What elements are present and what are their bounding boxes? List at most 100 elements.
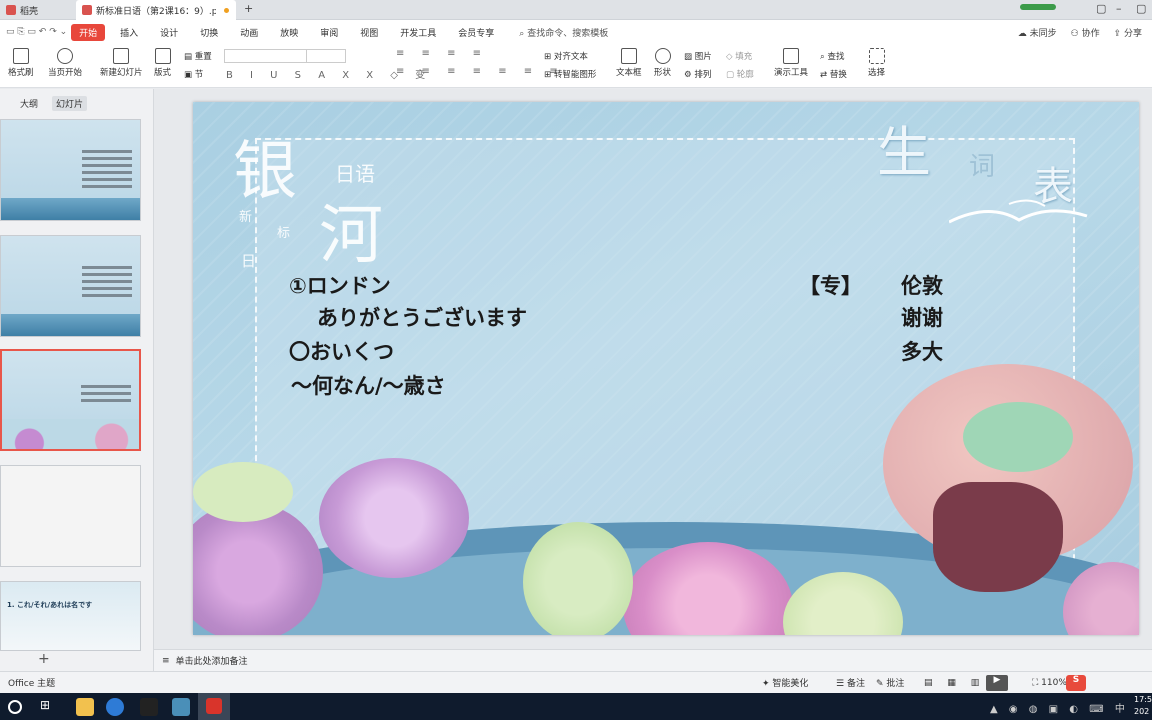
shape-button[interactable]: 形状 <box>654 48 671 78</box>
menu-slideshow[interactable]: 放映 <box>269 26 309 39</box>
add-slide-icon[interactable]: + <box>38 651 50 667</box>
beautify-button[interactable]: ✦ 智能美化 <box>762 676 808 689</box>
minimize-icon[interactable]: – <box>1116 2 1122 15</box>
align-text-label: 对齐文本 <box>553 52 588 62</box>
arrange-button[interactable]: ⚙ 排列 <box>684 68 711 80</box>
file-explorer-icon[interactable] <box>76 698 94 716</box>
quick-access-icons[interactable]: ▭ ⎘ ▭ ↶ ↷ ⌄ <box>6 27 67 37</box>
new-tab-icon[interactable]: + <box>244 2 253 15</box>
app-k-icon[interactable] <box>106 698 124 716</box>
thumb-text-lines <box>81 385 131 406</box>
notes-placeholder[interactable]: 单击此处添加备注 <box>176 654 248 667</box>
wps-taskbar-button[interactable] <box>198 693 230 720</box>
layout-icon <box>154 48 171 64</box>
outline-button[interactable]: ▢ 轮廓 <box>726 68 754 80</box>
sync-button[interactable]: ☁ 未同步 <box>1018 26 1057 39</box>
share-label: 分享 <box>1123 28 1142 39</box>
close-icon[interactable]: ▢ <box>1136 2 1146 15</box>
beautify-label: 智能美化 <box>772 679 809 689</box>
align-buttons[interactable]: ≡ ≡ ≡ ≡ ≡ ≡ ≡ <box>396 66 565 77</box>
menu-transition[interactable]: 切换 <box>189 26 229 39</box>
shape-icon <box>654 48 671 64</box>
progress-icon <box>1020 4 1056 10</box>
collab-button[interactable]: ⚇ 协作 <box>1071 26 1100 39</box>
play-slideshow-icon[interactable]: ▶ <box>986 674 1008 691</box>
app-monitor-icon[interactable] <box>172 698 190 716</box>
tab-slides[interactable]: 幻灯片 <box>52 96 88 111</box>
notes-toggle-label: 备注 <box>846 679 865 689</box>
slide-thumbnail-3[interactable] <box>0 349 141 451</box>
task-view-icon[interactable]: ⊞ <box>40 698 58 716</box>
new-slide-label: 新建幻灯片 <box>100 68 143 78</box>
slide-thumbnail-1[interactable] <box>0 119 141 221</box>
thumb-text-lines <box>82 150 132 192</box>
textbox-label: 文本框 <box>616 68 642 78</box>
fill-label: 填充 <box>735 52 753 62</box>
command-search[interactable]: ⌕ 查找命令、搜索模板 <box>519 26 608 39</box>
menu-view[interactable]: 视图 <box>349 26 389 39</box>
theme-name: Office 主题 <box>8 679 56 689</box>
logo-char-1: 银 <box>233 135 297 209</box>
tab-document[interactable]: 新标准日语（第2课16：9）.pptx <box>76 0 236 20</box>
slide-thumbnail-4[interactable] <box>0 465 141 567</box>
tab-outline[interactable]: 大纲 <box>16 96 42 111</box>
menu-design[interactable]: 设计 <box>149 26 189 39</box>
slide-thumbnail-2[interactable] <box>0 235 141 337</box>
start-icon[interactable] <box>8 700 22 714</box>
comments-button[interactable]: ✎ 批注 <box>876 676 904 689</box>
app-terminal-icon[interactable] <box>140 698 158 716</box>
slide-canvas: 银 河 日语 新 标 日 生 词 表 ①ロンドン 【专】 伦敦 ありがとうござい… <box>154 89 1152 649</box>
section-button[interactable]: ▣ 节 <box>184 68 203 80</box>
reset-button[interactable]: ▤ 重置 <box>184 50 212 62</box>
picture-button[interactable]: ▨ 图片 <box>684 50 712 62</box>
layout-button[interactable]: 版式 <box>154 48 171 78</box>
view-mode-icons[interactable]: ▤ ▦ ▥ <box>924 678 985 688</box>
ime-icon[interactable]: S <box>1066 675 1086 691</box>
restore-icon[interactable]: ▢ <box>1096 2 1106 15</box>
clock-time[interactable]: 17:5 <box>1134 695 1152 704</box>
menu-insert[interactable]: 插入 <box>109 26 149 39</box>
layout-label: 版式 <box>154 68 172 78</box>
font-size-box[interactable] <box>306 49 346 63</box>
replace-button[interactable]: ⇄ 替换 <box>820 68 847 80</box>
logo-small-1: 新 <box>239 210 253 225</box>
tab-docer[interactable]: 稻壳 <box>0 0 44 20</box>
menu-developer[interactable]: 开发工具 <box>389 26 447 39</box>
paragraph-buttons[interactable]: ≡ ≡ ≡ ≡ <box>396 48 488 59</box>
fill-button[interactable]: ◇ 填充 <box>726 50 752 62</box>
slide-thumbnail-5[interactable]: 1. これ/それ/あれは名です <box>0 581 141 651</box>
select-button[interactable]: 选择 <box>868 48 885 78</box>
format-painter-button[interactable]: 格式刷 <box>8 48 34 78</box>
menu-home[interactable]: 开始 <box>71 23 106 41</box>
presenter-tools-button[interactable]: 演示工具 <box>774 48 808 78</box>
notes-bar[interactable]: ≡ 单击此处添加备注 <box>154 649 1152 671</box>
notes-drag-icon[interactable]: ≡ <box>162 656 170 666</box>
title-char-small: 词 <box>969 152 996 182</box>
vocab-1-tag: 【专】 <box>799 274 862 298</box>
align-text-button[interactable]: ⊞ 对齐文本 <box>544 50 588 62</box>
zoom-level[interactable]: ⛶ 110% <box>1032 678 1067 688</box>
tray-icons[interactable]: ▲ ◉ ◍ ▣ ◐ ⌨ 中 <box>990 700 1129 715</box>
share-button[interactable]: ⇪ 分享 <box>1114 26 1142 39</box>
select-label: 选择 <box>868 68 886 78</box>
menu-animation[interactable]: 动画 <box>229 26 269 39</box>
new-slide-icon <box>113 48 130 64</box>
menu-review[interactable]: 审阅 <box>309 26 349 39</box>
textbox-icon <box>620 48 637 64</box>
find-button[interactable]: ⌕ 查找 <box>820 50 844 62</box>
thumb-flowers <box>2 419 139 449</box>
leaf-left <box>193 462 293 522</box>
menu-member[interactable]: 会员专享 <box>447 26 505 39</box>
new-slide-button[interactable]: 新建幻灯片 <box>100 48 143 78</box>
vocab-3-chinese: 多大 <box>901 340 943 364</box>
from-current-button[interactable]: 当页开始 <box>48 48 82 78</box>
smartart-button[interactable]: ⊞ 转智能图形 <box>544 68 596 80</box>
ribbon-toolbar: 格式刷 当页开始 新建幻灯片 版式 ▤ 重置 ▣ 节 B I U S A X X… <box>0 44 1152 88</box>
play-icon <box>57 48 73 64</box>
notes-toggle-button[interactable]: ☰ 备注 <box>836 676 865 689</box>
title-char-big: 生 <box>877 121 931 184</box>
clock-date[interactable]: 202 <box>1134 707 1149 716</box>
docer-icon <box>6 5 16 15</box>
textbox-button[interactable]: 文本框 <box>616 48 642 78</box>
slide[interactable]: 银 河 日语 新 标 日 生 词 表 ①ロンドン 【专】 伦敦 ありがとうござい… <box>193 102 1139 635</box>
